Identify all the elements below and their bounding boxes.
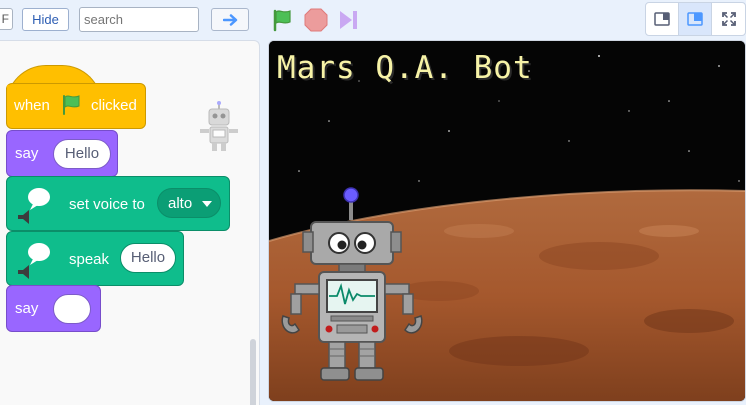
stage-size-toggle	[645, 2, 746, 36]
speak-label: speak	[69, 251, 110, 268]
fullscreen-button[interactable]	[713, 3, 746, 35]
speak-text-input[interactable]: Hello	[120, 243, 176, 273]
say-block[interactable]: say	[6, 285, 101, 332]
when-label: when	[14, 97, 50, 114]
stop-icon[interactable]	[303, 7, 329, 33]
text-to-speech-icon	[18, 243, 50, 279]
toolbar: F Hide	[0, 0, 746, 40]
code-area[interactable]: when clicked say Hello set voice to alto	[0, 40, 260, 405]
clicked-label: clicked	[91, 97, 137, 114]
small-stage-button[interactable]	[646, 3, 679, 35]
hide-button[interactable]: Hide	[22, 8, 69, 31]
small-stage-icon	[654, 12, 670, 26]
say-block[interactable]: say Hello	[6, 130, 118, 177]
arrow-right-icon	[223, 14, 238, 26]
voice-dropdown-value: alto	[168, 195, 193, 212]
speak-block[interactable]: speak Hello	[6, 231, 184, 286]
filter-button[interactable]: F	[0, 8, 13, 30]
say-text-input[interactable]	[53, 294, 91, 324]
stage-title: Mars Q.A. Bot	[277, 50, 533, 86]
large-stage-icon	[687, 12, 703, 26]
chevron-down-icon	[202, 201, 212, 207]
text-to-speech-icon	[18, 188, 50, 224]
code-area-scrollbar[interactable]	[250, 339, 256, 405]
go-button[interactable]	[211, 8, 249, 31]
set-voice-block[interactable]: set voice to alto	[6, 176, 230, 231]
say-text-input[interactable]: Hello	[53, 139, 111, 169]
robot-sprite[interactable]	[269, 186, 439, 386]
search-input[interactable]	[79, 7, 199, 32]
fullscreen-icon	[722, 12, 736, 26]
say-label: say	[15, 300, 39, 317]
large-stage-button[interactable]	[679, 3, 712, 35]
green-flag-icon	[63, 95, 80, 115]
say-label: say	[15, 145, 39, 162]
green-flag-icon[interactable]	[270, 7, 296, 33]
sprite-robot-icon	[200, 101, 238, 151]
set-voice-label: set voice to	[69, 196, 145, 213]
scratch-editor: F Hide search when clicked say Hello set…	[0, 0, 746, 405]
stage[interactable]: Mars Q.A. Bot	[268, 40, 746, 402]
voice-dropdown[interactable]: alto	[157, 188, 221, 218]
pause-icon[interactable]	[336, 7, 362, 33]
